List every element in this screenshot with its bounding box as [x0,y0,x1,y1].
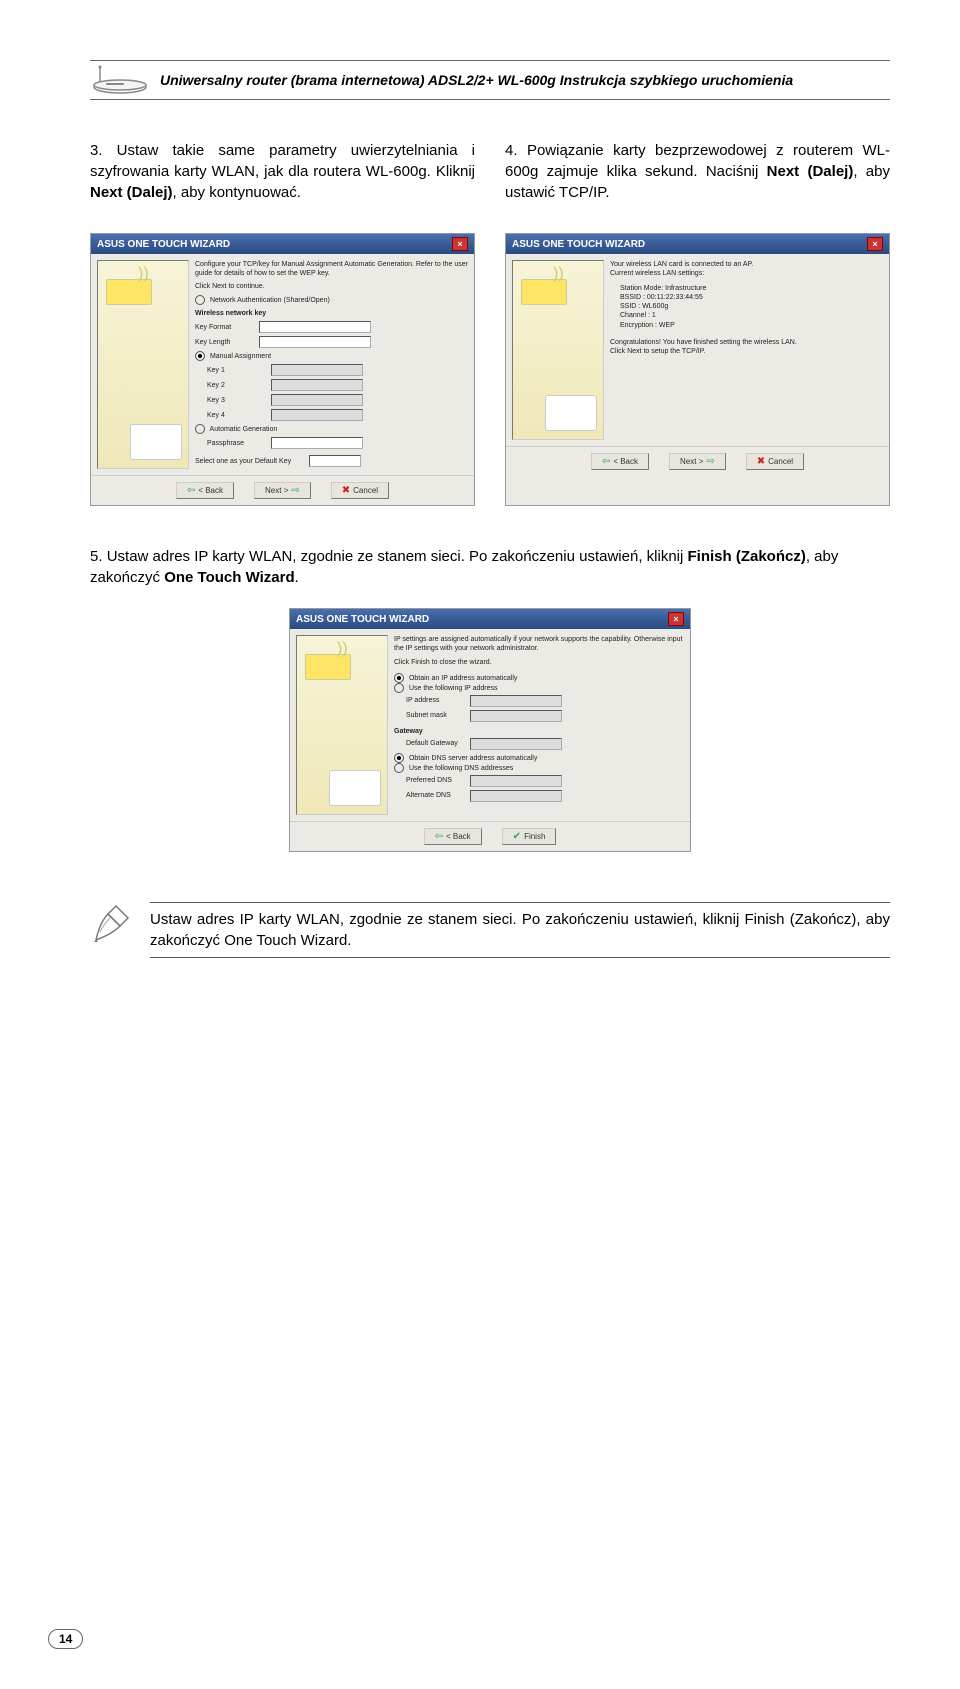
wizard-titlebar: ASUS ONE TOUCH WIZARD × [506,234,889,254]
cancel-button: ✖Cancel [331,482,389,499]
note-text: Ustaw adres IP karty WLAN, zgodnie ze st… [150,902,890,958]
wizard-illustration: )) [296,635,388,815]
router-icon [90,65,150,95]
next-button: Next >⇨ [669,453,726,470]
wizard-screenshot-step5: ASUS ONE TOUCH WIZARD × )) IP settings a… [289,608,691,852]
finish-button: ✔Finish [502,828,557,845]
step-4-text: 4. Powiązanie karty bezprzewodowej z rou… [505,140,890,203]
wizard-titlebar: ASUS ONE TOUCH WIZARD × [91,234,474,254]
back-button: ⇦< Back [424,828,482,845]
wizard-screenshot-step3: ASUS ONE TOUCH WIZARD × )) Configure you… [90,233,475,506]
wizard-illustration: )) [97,260,189,469]
note-pencil-icon [90,902,134,946]
wizard-titlebar: ASUS ONE TOUCH WIZARD × [290,609,690,629]
page-number: 14 [48,1629,83,1649]
close-icon: × [668,612,684,626]
page-header: Uniwersalny router (brama internetowa) A… [90,60,890,100]
note-block: Ustaw adres IP karty WLAN, zgodnie ze st… [90,902,890,958]
close-icon: × [867,237,883,251]
next-button: Next >⇨ [254,482,311,499]
step-5-text: 5. Ustaw adres IP karty WLAN, zgodnie ze… [90,546,890,588]
back-button: ⇦< Back [176,482,234,499]
close-icon: × [452,237,468,251]
step-3-text: 3. Ustaw takie same parametry uwierzytel… [90,140,475,203]
wizard-illustration: )) [512,260,604,440]
back-button: ⇦< Back [591,453,649,470]
cancel-button: ✖Cancel [746,453,804,470]
header-title: Uniwersalny router (brama internetowa) A… [160,72,793,88]
wizard-screenshot-step4: ASUS ONE TOUCH WIZARD × )) Your wireless… [505,233,890,506]
